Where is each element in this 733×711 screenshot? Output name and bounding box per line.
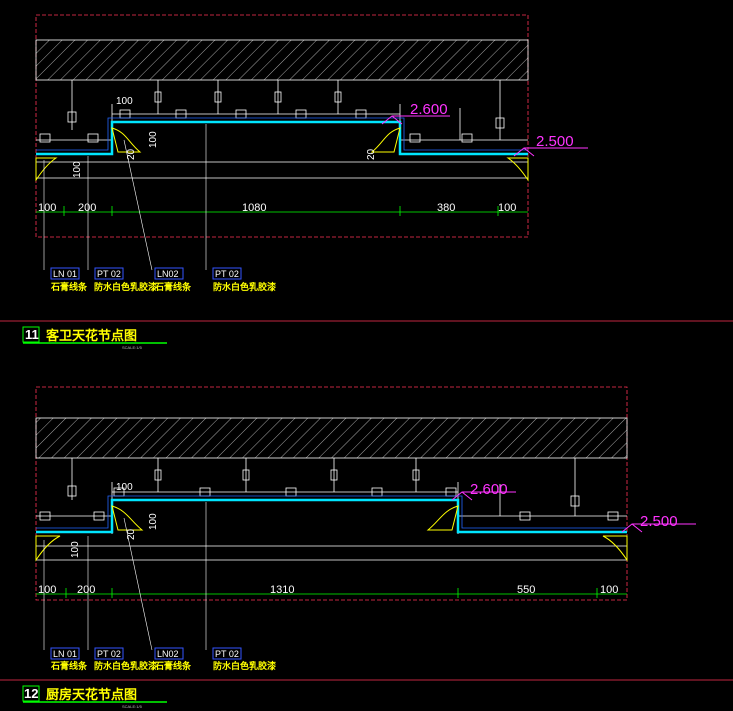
callouts: LN 01 石膏线条 PT 02 防水白色乳胶漆 LN02 石膏线条 PT 02… <box>50 647 276 672</box>
level-markers: 2.600 2.500 <box>381 101 588 157</box>
dim-v: 100 <box>116 96 133 107</box>
callout-leaders <box>43 502 207 651</box>
dim-h: 100 <box>38 584 56 596</box>
callout-code: LN02 <box>157 649 179 659</box>
horizontal-dimension-line <box>36 588 627 598</box>
dim-h: 200 <box>78 202 96 214</box>
dim-v: 100 <box>148 513 159 530</box>
detail-number: 12 <box>24 686 38 701</box>
level-markers: 2.600 2.500 <box>451 481 696 533</box>
callout-desc: 防水白色乳胶漆 <box>213 660 276 672</box>
callout-desc: 防水白色乳胶漆 <box>94 281 157 293</box>
level-low: 2.500 <box>640 513 678 530</box>
dim-v: 100 <box>70 541 81 558</box>
concrete-slab <box>35 39 529 81</box>
detail-title: 客卫天花节点图 <box>46 328 137 344</box>
dim-v: 100 <box>116 482 133 493</box>
dim-h: 550 <box>517 584 535 596</box>
callout-code: LN 01 <box>53 649 77 659</box>
callout-desc: 石膏线条 <box>154 281 192 293</box>
detail-11: 2.600 2.500 100 100 20 20 100 100 200 10… <box>0 14 733 350</box>
detail-scale: SCALE:1/5 <box>122 345 143 350</box>
ceiling-framing <box>36 104 528 179</box>
dim-h: 100 <box>498 202 516 214</box>
dim-v: 20 <box>366 148 377 160</box>
callout-code: PT 02 <box>215 269 239 279</box>
detail-12: 2.600 2.500 100 100 20 100 100 200 1310 … <box>0 386 733 709</box>
level-low: 2.500 <box>536 133 574 150</box>
callout-desc: 石膏线条 <box>50 660 88 672</box>
detail-number: 11 <box>25 327 39 342</box>
dim-h: 100 <box>600 584 618 596</box>
vertical-dimensions: 100 100 20 20 100 <box>72 96 377 178</box>
concrete-slab <box>35 417 628 459</box>
callout-desc: 防水白色乳胶漆 <box>94 660 157 672</box>
callout-code: PT 02 <box>97 649 121 659</box>
callout-code: LN 01 <box>53 269 77 279</box>
callout-code: PT 02 <box>97 269 121 279</box>
level-high: 2.600 <box>410 101 448 118</box>
cad-drawing-canvas: 2.600 2.500 100 100 20 20 100 100 200 10… <box>0 14 733 709</box>
callout-leaders <box>43 124 207 271</box>
detail-scale: SCALE:1/5 <box>122 704 143 709</box>
dim-h: 380 <box>437 202 455 214</box>
dim-h: 200 <box>77 584 95 596</box>
dim-h: 1080 <box>242 202 266 214</box>
dim-h: 100 <box>38 202 56 214</box>
vertical-dimensions: 100 100 20 100 <box>70 482 159 558</box>
callout-code: PT 02 <box>215 649 239 659</box>
gypsum-board-profile <box>36 120 528 156</box>
dim-v: 100 <box>72 161 83 178</box>
callout-desc: 石膏线条 <box>50 281 88 293</box>
dim-h: 1310 <box>270 584 294 596</box>
detail-title: 厨房天花节点图 <box>46 687 137 703</box>
level-high: 2.600 <box>470 481 508 498</box>
callout-desc: 防水白色乳胶漆 <box>213 281 276 293</box>
callouts: LN 01 石膏线条 PT 02 防水白色乳胶漆 LN02 石膏线条 PT 02… <box>50 267 276 293</box>
dim-v: 100 <box>148 131 159 148</box>
callout-desc: 石膏线条 <box>154 660 192 672</box>
callout-code: LN02 <box>157 269 179 279</box>
